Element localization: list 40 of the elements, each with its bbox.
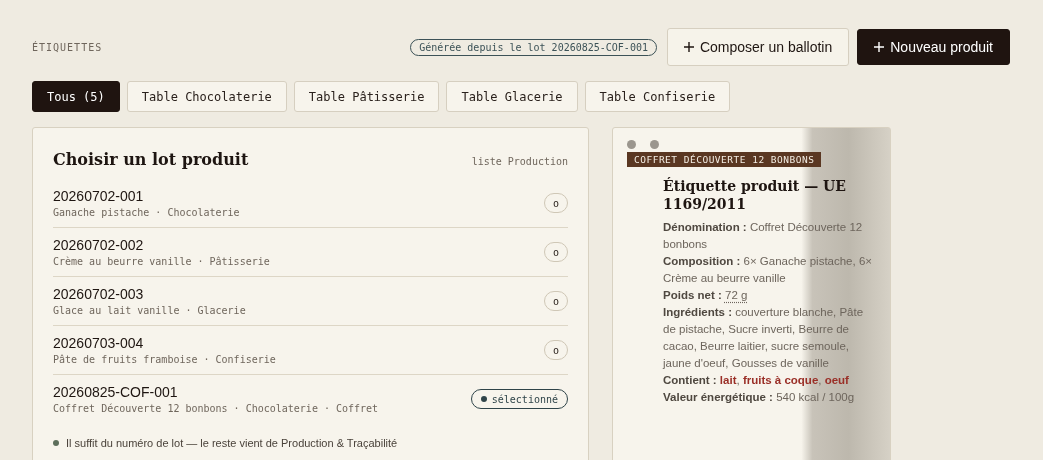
filter-tab[interactable]: Tous (5)	[32, 81, 120, 112]
dot-icon	[650, 140, 659, 149]
selected-dot-icon	[480, 396, 487, 402]
plus-icon	[874, 42, 885, 52]
label-field: Valeur énergétique : 540 kcal / 100g	[663, 389, 872, 407]
lot-number: 20260702-002	[53, 237, 145, 253]
lot-details: Pâte de fruits framboise · Confiserie	[53, 354, 276, 365]
lot-number: 20260825-COF-001	[53, 384, 179, 400]
label-field: Ingrédients : couverture blanche, Pâte de pistache, Sucre inverti, Beurre de cacao, Beurre laitier, sucre semoule, jaune d'oeuf, Gousses de vanille	[663, 304, 872, 373]
new-product-button[interactable]: Nouveau produit	[857, 29, 1010, 65]
lot-number: 20260703-004	[53, 335, 145, 351]
lot-row[interactable]: 20260702-001 Ganache pistache · Chocolaterie o	[53, 179, 568, 228]
lot-number: 20260702-001	[53, 188, 145, 204]
lot-details: Ganache pistache · Chocolaterie	[53, 207, 240, 218]
plus-icon	[683, 42, 694, 52]
bullet-icon	[53, 440, 59, 446]
lot-row[interactable]: 20260702-002 Crème au beurre vanille · Pâtisserie o	[53, 228, 568, 277]
filter-tab[interactable]: Table Pâtisserie	[293, 81, 440, 112]
compose-button[interactable]: Composer un ballotin	[666, 28, 850, 66]
lot-row[interactable]: 20260702-003 Glace au lait vanille · Glacerie o	[53, 277, 568, 326]
lot-row[interactable]: 20260703-004 Pâte de fruits framboise · Confiserie o	[53, 326, 568, 375]
filter-tab[interactable]: Table Chocolaterie	[126, 81, 287, 112]
filter-tab[interactable]: Table Confiserie	[584, 81, 731, 112]
lot-details: Coffret Découverte 12 bonbons · Chocolaterie · Coffret	[53, 403, 379, 414]
filter-tab[interactable]: Table Glacerie	[446, 81, 578, 112]
lot-details: Glace au lait vanille · Glacerie	[53, 305, 246, 316]
hint-text: Il suffit du numéro de lot — le reste vient de Production & Traçabilité	[66, 437, 398, 449]
source-label: liste Production	[471, 156, 568, 167]
dot-icon	[627, 140, 636, 149]
panel-title: Choisir un lot produit	[53, 150, 249, 169]
label-title: Étiquette produit — UE 1169/2011	[663, 177, 847, 214]
label-field: Poids net : 72 g	[663, 287, 872, 305]
label-field: Dénomination : Coffret Découverte 12 bonbons	[663, 219, 872, 254]
label-field: Composition : 6× Ganache pistache, 6× Crème au beurre vanille	[663, 253, 872, 288]
lot-details: Crème au beurre vanille · Pâtisserie	[53, 256, 270, 267]
label-field: Contient : lait, fruits à coque, oeuf	[663, 372, 872, 390]
page-title: ÉTIQUETTES	[32, 41, 104, 53]
lot-number: 20260702-003	[53, 286, 145, 302]
lot-row[interactable]: 20260825-COF-001 Coffret Découverte 12 bonbons · Chocolaterie · Coffret sélectionné	[53, 375, 568, 423]
product-tag: COFFRET DÉCOUVERTE 12 BONBONS	[627, 152, 822, 167]
